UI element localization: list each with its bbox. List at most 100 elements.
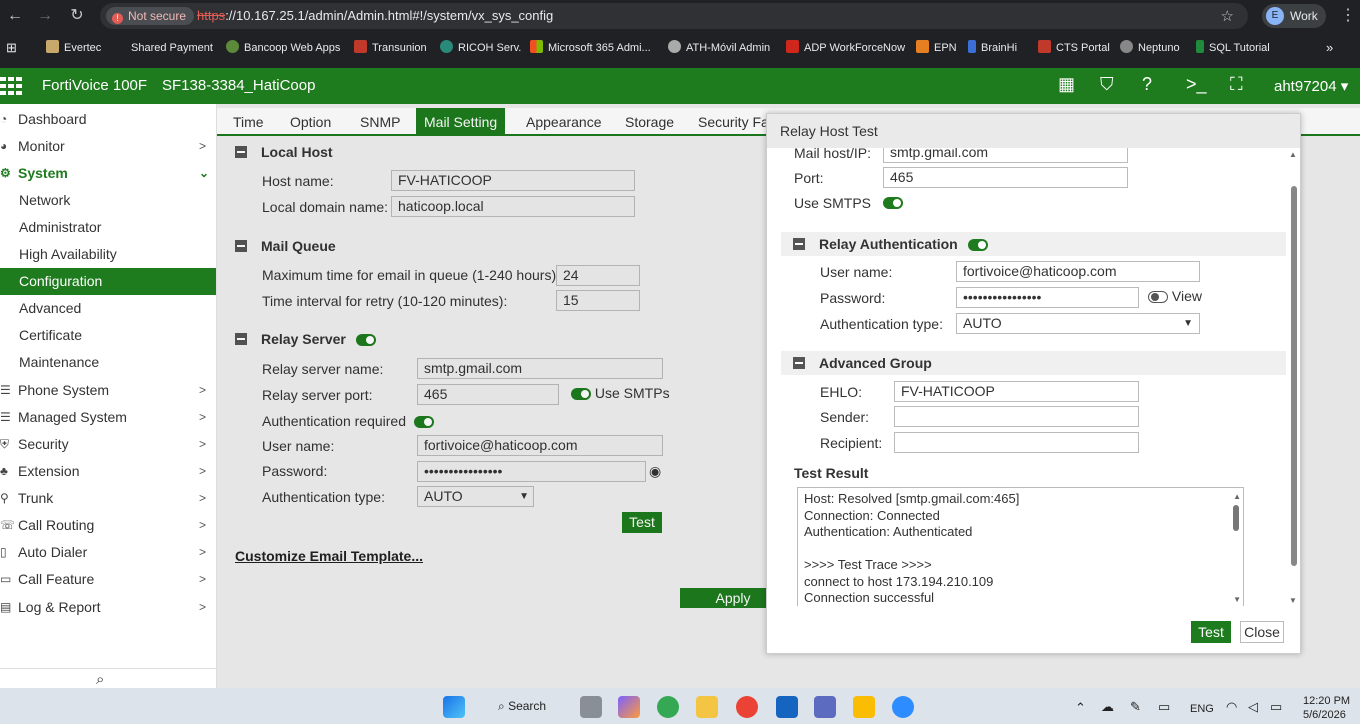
modal-smtps-toggle[interactable] — [883, 194, 903, 209]
chrome-work-icon[interactable] — [736, 696, 758, 718]
sidebar-item-extension[interactable]: ♣ Extension > — [0, 458, 216, 485]
alert-shield-icon[interactable]: ⛉ — [1100, 74, 1114, 95]
cli-console-icon[interactable]: >_ — [1186, 74, 1207, 95]
chevron-up-icon[interactable]: ⌃ — [1075, 700, 1086, 716]
sidebar-item-managed-system[interactable]: ☰ Managed System > — [0, 404, 216, 431]
bookmark-transunion[interactable]: Transunion — [354, 40, 427, 54]
clock-time[interactable]: 12:20 PM — [1303, 695, 1350, 707]
warning-icon: ! — [112, 13, 123, 24]
sidebar-item-administrator[interactable]: Administrator — [0, 214, 216, 241]
collapse-icon[interactable] — [793, 238, 805, 250]
sidebar-item-trunk[interactable]: ⚲ Trunk > — [0, 485, 216, 512]
sidebar-item-certificate[interactable]: Certificate — [0, 322, 216, 349]
remote-desktop-icon[interactable] — [776, 696, 798, 718]
language-indicator[interactable]: ENG — [1190, 703, 1214, 715]
sidebar-item-phone-system[interactable]: ☰ Phone System > — [0, 377, 216, 404]
relay-auth-header[interactable]: Relay Authentication — [781, 232, 1286, 256]
bookmark-cts-portal[interactable]: CTS Portal — [1038, 40, 1110, 54]
address-bar[interactable]: ! Not secure https://10.167.25.1/admin/Ad… — [100, 3, 1248, 29]
menu-kebab-icon[interactable]: ⋮ — [1340, 5, 1356, 25]
relay-auth-toggle[interactable] — [967, 239, 988, 252]
bookmark-epn[interactable]: EPN — [916, 40, 957, 54]
sidebar-item-call-routing[interactable]: ☏ Call Routing > — [0, 512, 216, 539]
sidebar-item-maintenance[interactable]: Maintenance — [0, 349, 216, 376]
apps-grid-icon[interactable]: ⊞ — [6, 40, 17, 56]
dialog-body: Mail host/IP: smtp.gmail.com Port: 465 U… — [767, 148, 1300, 606]
sender-input[interactable] — [894, 406, 1139, 427]
bookmark-ricoh[interactable]: RICOH Serv. — [440, 40, 521, 54]
modal-user-input[interactable]: fortivoice@haticoop.com — [956, 261, 1200, 282]
bookmark-star-icon[interactable]: ☆ — [1221, 7, 1234, 25]
result-scrollbar[interactable] — [1233, 505, 1239, 531]
bookmark-microsoft-365[interactable]: Microsoft 365 Admi... — [530, 40, 651, 54]
reload-icon[interactable]: ↻ — [66, 5, 88, 27]
bookmark-shared-payment[interactable]: Shared Payment — [118, 40, 213, 54]
bookmark-ath-movil[interactable]: ATH-Móvil Admin — [668, 40, 770, 54]
dialog-close-button[interactable]: Close — [1240, 621, 1284, 643]
dialog-title: Relay Host Test — [767, 114, 1300, 148]
volume-icon[interactable]: ◁ — [1248, 699, 1258, 715]
fullscreen-icon[interactable]: ⛶ — [1230, 74, 1243, 95]
bookmark-brainhi[interactable]: BrainHi — [968, 40, 1017, 54]
license-icon[interactable]: ▦ — [1058, 74, 1075, 95]
modal-password-input[interactable]: •••••••••••••••• — [956, 287, 1139, 308]
file-explorer-icon[interactable] — [696, 696, 718, 718]
ehlo-input[interactable]: FV-HATICOOP — [894, 381, 1139, 402]
not-secure-badge[interactable]: ! Not secure — [106, 7, 195, 25]
sidebar-item-log-report[interactable]: ▤ Log & Report > — [0, 594, 216, 621]
windows-start-icon[interactable] — [443, 696, 465, 718]
clock-date[interactable]: 5/6/2026 — [1303, 709, 1346, 721]
sidebar-item-high-availability[interactable]: High Availability — [0, 241, 216, 268]
bookmark-bancoop[interactable]: Bancoop Web Apps — [226, 40, 340, 54]
dialog-scroll-thumb[interactable] — [1291, 186, 1297, 566]
port-input[interactable]: 465 — [883, 167, 1128, 188]
ehlo-label: EHLO: — [820, 384, 863, 400]
sidebar-item-system[interactable]: ⚙ System ⌄ — [0, 160, 216, 187]
pen-icon[interactable]: ✎ — [1130, 699, 1141, 715]
back-icon[interactable]: ← — [4, 5, 26, 27]
test-result-box[interactable]: Host: Resolved [smtp.gmail.com:465] Conn… — [797, 487, 1244, 606]
copilot-icon[interactable] — [618, 696, 640, 718]
wifi-icon[interactable]: ◠ — [1226, 699, 1237, 715]
display-icon[interactable]: ▭ — [1158, 699, 1170, 715]
more-bookmarks-icon[interactable]: » — [1326, 40, 1333, 55]
onedrive-icon[interactable]: ☁ — [1101, 699, 1114, 715]
dialog-scrollbar[interactable]: ▲ ▼ — [1289, 150, 1299, 608]
bookmark-adp[interactable]: ADP WorkForceNow — [786, 40, 905, 54]
sidebar-item-network[interactable]: Network — [0, 187, 216, 214]
search-icon[interactable]: ⌕ — [96, 671, 104, 688]
scroll-down-icon[interactable]: ▼ — [1289, 596, 1297, 605]
help-icon[interactable]: ? — [1142, 74, 1152, 95]
zoom-icon[interactable] — [892, 696, 914, 718]
sidebar-item-security[interactable]: ⛨ Security > — [0, 431, 216, 458]
store-icon[interactable] — [853, 696, 875, 718]
collapse-icon[interactable] — [793, 357, 805, 369]
bookmark-sql-tutorial[interactable]: SQL Tutorial — [1196, 40, 1270, 54]
sidebar-item-call-feature[interactable]: ▭ Call Feature > — [0, 566, 216, 593]
mail-host-input[interactable]: smtp.gmail.com — [883, 148, 1128, 163]
bookmark-neptuno[interactable]: Neptuno — [1120, 40, 1180, 54]
dialog-test-button[interactable]: Test — [1191, 621, 1231, 643]
sidebar-item-dashboard[interactable]: ◔ Dashboard — [0, 106, 216, 133]
advanced-group-header[interactable]: Advanced Group — [781, 351, 1286, 375]
taskbar-search[interactable]: ⌕ Search — [488, 694, 554, 718]
scroll-up-icon[interactable]: ▲ — [1233, 489, 1241, 506]
sidebar-item-monitor[interactable]: ◕ Monitor > — [0, 133, 216, 160]
sidebar-item-auto-dialer[interactable]: ▯ Auto Dialer > — [0, 539, 216, 566]
sidebar-item-advanced[interactable]: Advanced — [0, 295, 216, 322]
scroll-up-icon[interactable]: ▲ — [1289, 150, 1297, 159]
profile-button[interactable]: E Work — [1262, 4, 1326, 28]
forward-icon[interactable]: → — [34, 5, 56, 27]
view-password-toggle[interactable]: View — [1148, 288, 1202, 304]
chrome-icon[interactable] — [657, 696, 679, 718]
bookmark-evertec[interactable]: Evertec — [46, 40, 101, 54]
user-menu[interactable]: aht97204 ▾ — [1274, 77, 1348, 95]
task-view-icon[interactable] — [580, 696, 602, 718]
scroll-down-icon[interactable]: ▼ — [1233, 592, 1241, 607]
sidebar-item-configuration[interactable]: Configuration — [0, 268, 216, 295]
battery-icon[interactable]: ▭ — [1270, 699, 1282, 715]
modal-auth-type-select[interactable]: AUTO ▼ — [956, 313, 1200, 334]
recipient-input[interactable] — [894, 432, 1139, 453]
chevron-right-icon: > — [199, 383, 207, 397]
network-tool-icon[interactable] — [814, 696, 836, 718]
